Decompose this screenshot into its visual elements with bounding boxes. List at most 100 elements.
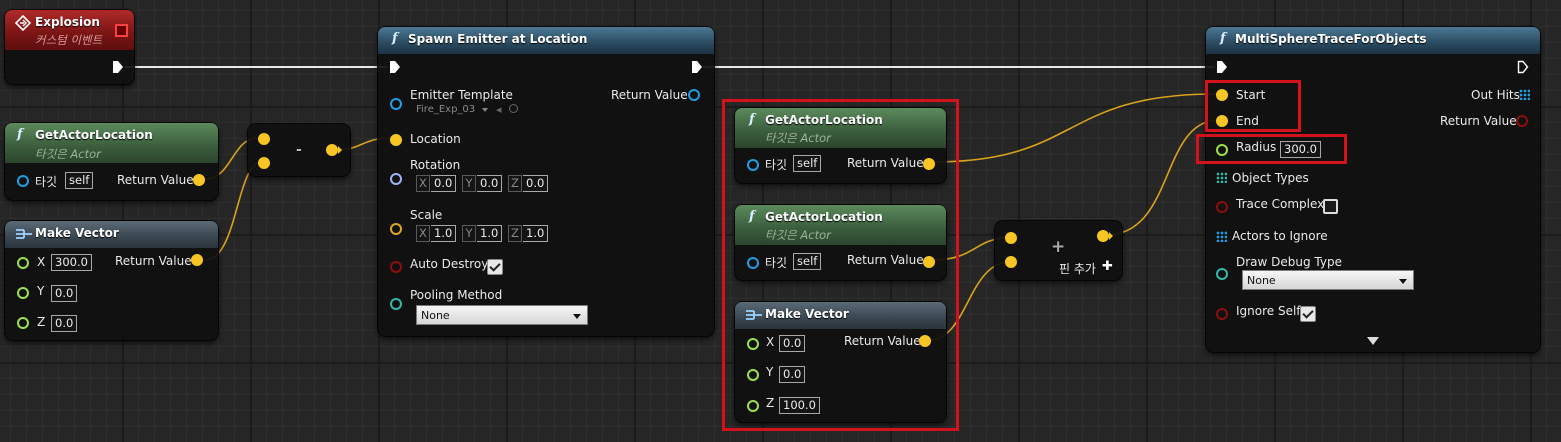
location-pin[interactable] (390, 134, 402, 146)
z-pin[interactable] (17, 317, 29, 329)
return-value-pin[interactable] (1516, 115, 1528, 127)
node-title: Spawn Emitter at Location (408, 32, 588, 46)
emitter-template-label: Emitter Template (410, 88, 513, 102)
rotation-label: Rotation (410, 158, 461, 172)
event-delegate-pin[interactable] (115, 24, 128, 37)
auto-destroy-pin[interactable] (390, 261, 402, 273)
operator-symbol: + (1051, 237, 1066, 257)
out-hits-array-pin[interactable] (1519, 89, 1530, 100)
actors-to-ignore-array-pin[interactable] (1216, 231, 1227, 242)
return-value-pin[interactable] (688, 89, 700, 101)
draw-debug-type-dropdown[interactable]: None (1242, 270, 1414, 290)
draw-debug-type-label: Draw Debug Type (1236, 255, 1342, 269)
input-a-pin[interactable] (1005, 232, 1017, 244)
x-label: X (37, 255, 46, 269)
return-value-label: Return Value (611, 88, 688, 102)
ignore-self-pin[interactable] (1216, 308, 1228, 320)
input-a-pin[interactable] (258, 133, 270, 145)
expand-advanced-icon[interactable] (1367, 337, 1379, 345)
scale-x-label: X (416, 225, 430, 242)
trace-complex-checkbox[interactable] (1323, 199, 1338, 214)
vector-add-node[interactable]: + 핀 추가 ✚ (995, 221, 1122, 280)
auto-destroy-label: Auto Destroy (410, 257, 489, 271)
dropdown-value: None (1247, 274, 1276, 287)
input-b-pin[interactable] (258, 157, 270, 169)
return-value-label: Return Value (117, 173, 194, 187)
x-pin[interactable] (17, 257, 29, 269)
exec-in-pin[interactable] (389, 60, 401, 74)
scale-label: Scale (410, 208, 443, 222)
function-icon: f (17, 127, 23, 142)
node-subtitle: 타깃은 Actor (35, 147, 101, 161)
trace-complex-label: Trace Complex (1236, 197, 1325, 211)
target-pin[interactable] (17, 175, 29, 187)
exec-out-pin[interactable] (112, 60, 124, 74)
z-value[interactable]: 0.0 (51, 315, 78, 332)
make-vector-node[interactable]: Make Vector X 300.0 Return Value Y 0.0 Z… (5, 221, 218, 340)
node-title: Make Vector (35, 226, 119, 240)
target-value[interactable]: self (65, 172, 94, 189)
browse-search-icon[interactable] (509, 104, 518, 113)
result-pin-arrow (1109, 232, 1113, 240)
y-label: Y (37, 284, 45, 298)
rotation-z-value[interactable]: 0.0 (523, 175, 549, 192)
draw-debug-type-pin[interactable] (1216, 268, 1228, 280)
vector-wire (932, 93, 1217, 163)
rotation-x-label: X (416, 175, 430, 192)
scale-y-value[interactable]: 1.0 (477, 225, 503, 242)
auto-destroy-checkbox[interactable] (487, 259, 503, 275)
rotation-z-label: Z (508, 175, 522, 192)
chevron-down-icon[interactable] (482, 108, 488, 112)
x-value[interactable]: 300.0 (51, 254, 92, 271)
pooling-method-dropdown[interactable]: None (416, 305, 588, 325)
operator-symbol: - (296, 142, 302, 158)
spawn-emitter-node[interactable]: f Spawn Emitter at Location Emitter Temp… (378, 27, 714, 336)
return-value-label: Return Value (1440, 114, 1517, 128)
rotation-y-value[interactable]: 0.0 (477, 175, 503, 192)
add-pin-plus-icon[interactable]: ✚ (1102, 259, 1113, 274)
scale-y-label: Y (462, 225, 476, 242)
input-b-pin[interactable] (1005, 256, 1017, 268)
scale-z-value[interactable]: 1.0 (523, 225, 549, 242)
exec-in-pin[interactable] (1216, 60, 1228, 74)
highlight-box (1196, 134, 1347, 164)
function-icon: f (1220, 31, 1226, 46)
use-selected-arrow-icon[interactable]: ◂ (496, 103, 502, 116)
object-types-label: Object Types (1232, 171, 1309, 185)
ignore-self-label: Ignore Self (1236, 304, 1301, 318)
make-struct-icon (16, 229, 32, 239)
result-pin[interactable] (1097, 230, 1109, 242)
node-subtitle: 커스텀 이벤트 (35, 33, 103, 47)
return-value-pin[interactable] (193, 174, 205, 186)
explosion-event-node[interactable]: Explosion 커스텀 이벤트 (5, 10, 134, 84)
scale-x-value[interactable]: 1.0 (431, 225, 457, 242)
node-title: Explosion (35, 15, 100, 29)
highlight-box (722, 99, 959, 431)
chevron-down-icon (573, 314, 581, 319)
trace-complex-pin[interactable] (1216, 201, 1228, 213)
scale-pin[interactable] (390, 223, 402, 235)
multi-sphere-trace-node[interactable]: f MultiSphereTraceForObjects Start Out H… (1206, 27, 1540, 352)
emitter-template-pin[interactable] (390, 98, 402, 110)
dropdown-value: None (421, 309, 450, 322)
vector-subtract-node[interactable]: - (248, 124, 350, 176)
y-value[interactable]: 0.0 (51, 285, 78, 302)
target-label: 타깃 (35, 175, 58, 189)
object-types-array-pin[interactable] (1216, 172, 1227, 183)
rotation-pin[interactable] (390, 173, 402, 185)
result-pin[interactable] (326, 144, 338, 156)
rotation-x-value[interactable]: 0.0 (431, 175, 457, 192)
out-hits-label: Out Hits (1471, 88, 1520, 102)
exec-out-pin[interactable] (691, 60, 703, 74)
get-actor-location-node[interactable]: f GetActorLocation 타깃은 Actor 타깃 self Ret… (5, 123, 218, 200)
return-value-pin[interactable] (191, 254, 203, 266)
function-icon: f (392, 31, 398, 46)
exec-out-pin[interactable] (1517, 60, 1529, 74)
y-pin[interactable] (17, 287, 29, 299)
pooling-method-pin[interactable] (390, 298, 402, 310)
event-diamond-icon (15, 15, 31, 31)
node-title: MultiSphereTraceForObjects (1235, 32, 1427, 46)
emitter-asset-value[interactable]: Fire_Exp_03 (416, 104, 475, 115)
add-pin-label[interactable]: 핀 추가 (1059, 260, 1096, 277)
ignore-self-checkbox[interactable] (1300, 306, 1316, 322)
